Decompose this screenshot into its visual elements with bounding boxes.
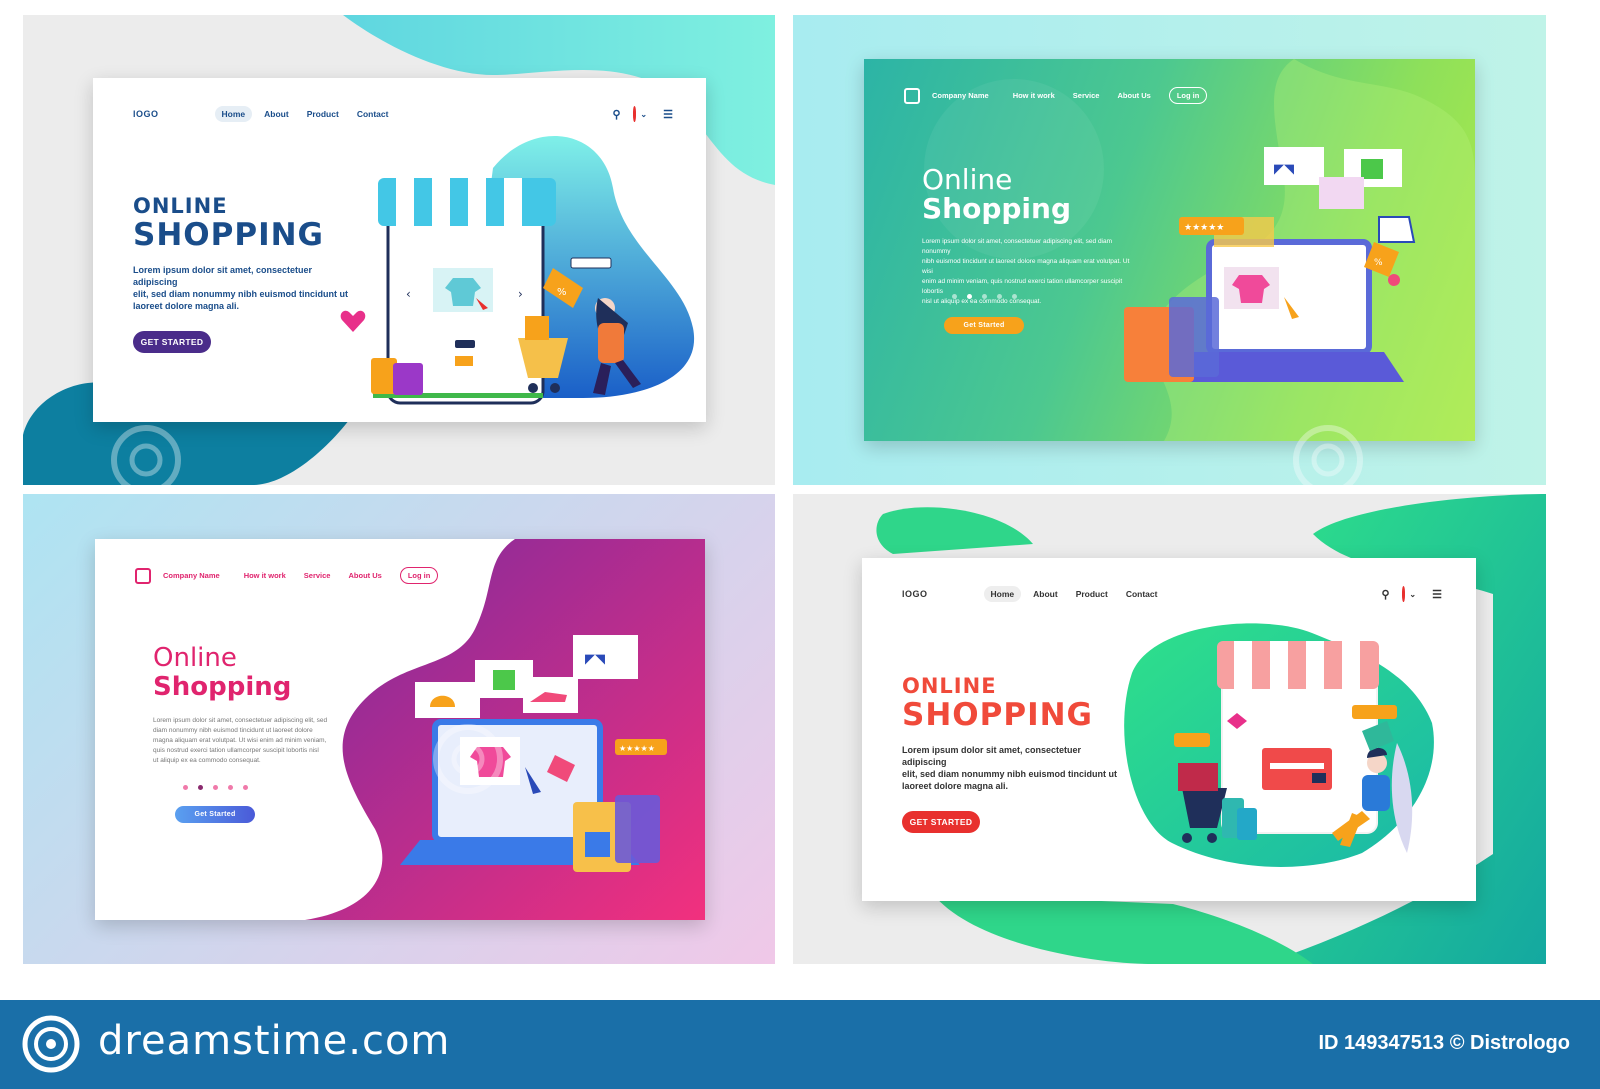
svg-text:★★★★★: ★★★★★	[619, 744, 655, 753]
panel-2-get-started-button[interactable]: Get Started	[944, 317, 1024, 334]
panel-1-logo[interactable]: lOGO	[133, 109, 159, 119]
panel-4-avatar[interactable]	[1401, 586, 1406, 602]
panel-2-body-line: nibh euismod tincidunt ut laoreet dolore…	[922, 258, 1130, 275]
panel-3-brand-icon	[135, 567, 151, 584]
panel-3-card: Company Name How it work Service About U…	[95, 539, 705, 920]
panel-1-body-line: Lorem ipsum dolor sit amet, consectetuer…	[133, 265, 313, 287]
panel-1-card: lOGO Home About Product Contact ⚲ ⌄ ☰ ON…	[93, 78, 706, 422]
panel-4-navbar: lOGO Home About Product Contact ⚲ ⌄ ☰	[902, 586, 1442, 602]
panel-4-body-line: laoreet dolore magna ali.	[902, 781, 1009, 791]
watermark-footer-bar: dreamstime.com ID 149347513 © Distrologo	[0, 1000, 1600, 1089]
panel-3-body-line: diam nonummy nibh euismod tincidunt ut l…	[153, 727, 313, 734]
panel-4-title-shopping: SHOPPING	[902, 697, 1093, 733]
panel-4-nav-home[interactable]: Home	[983, 586, 1022, 602]
panel-2-navbar: Company Name How it work Service About U…	[904, 87, 1208, 104]
svg-text:›: ›	[518, 287, 523, 301]
svg-text:◤◥: ◤◥	[585, 652, 605, 667]
panel-3-navbar: Company Name How it work Service About U…	[135, 567, 439, 584]
panel-1-landing: lOGO Home About Product Contact ⚲ ⌄ ☰ ON…	[23, 15, 775, 485]
dreamstime-logo-icon	[22, 1015, 80, 1073]
panel-2-login-button[interactable]: Log in	[1168, 87, 1208, 104]
panel-2-nav-service[interactable]: Service	[1073, 91, 1100, 100]
panel-3-body-line: quis nostrud exerci tation ullamcorper s…	[153, 747, 319, 754]
panel-2-watermark-icon	[1293, 425, 1363, 485]
panel-3-watermark-icon	[433, 724, 503, 794]
panel-1-body-line: laoreet dolore magna ali.	[133, 301, 240, 311]
panel-4-search-icon[interactable]: ⚲	[1381, 588, 1389, 601]
svg-text:%: %	[1374, 258, 1383, 268]
panel-2-landing: Company Name How it work Service About U…	[793, 15, 1546, 485]
panel-3-nav-about-us[interactable]: About Us	[348, 571, 381, 580]
panel-3-get-started-button[interactable]: Get Started	[175, 806, 255, 823]
panel-1-shop-illustration: ‹ › %	[371, 135, 695, 405]
panel-1-heart-icon	[340, 310, 366, 332]
panel-1-title-shopping: SHOPPING	[133, 217, 324, 253]
panel-1-nav-about[interactable]: About	[264, 109, 289, 119]
dreamstime-site-name[interactable]: dreamstime.com	[98, 1018, 450, 1064]
panel-4-shop-illustration	[1124, 623, 1434, 867]
panel-1-nav-home[interactable]: Home	[214, 106, 253, 122]
panel-4-nav-contact[interactable]: Contact	[1126, 589, 1158, 599]
panel-4-title-online: ONLINE	[902, 674, 997, 698]
panel-1-body-text: Lorem ipsum dolor sit amet, consectetuer…	[133, 264, 353, 312]
svg-text:‹: ‹	[406, 287, 411, 301]
panel-3-nav-service[interactable]: Service	[304, 571, 331, 580]
panel-3-nav-how-it-work[interactable]: How it work	[244, 571, 286, 580]
panel-2-laptop-illustration: ◤◥ ★★★★★ %	[1124, 147, 1416, 382]
panel-3-body-line: magna aliquam erat volutpat. Ut wisi eni…	[153, 737, 327, 744]
panel-4-body-line: elit, sed diam nonummy nibh euismod tinc…	[902, 769, 1118, 779]
svg-text:◤◥: ◤◥	[1274, 162, 1294, 177]
panel-4-get-started-button[interactable]: GET STARTED	[902, 811, 980, 833]
panel-4-menu-icon[interactable]: ☰	[1432, 588, 1442, 601]
panel-4-landing: lOGO Home About Product Contact ⚲ ⌄ ☰ ON…	[793, 494, 1546, 964]
panel-2-brand-name[interactable]: Company Name	[932, 91, 989, 100]
panel-4-chevron-down-icon[interactable]: ⌄	[1409, 590, 1416, 599]
panel-2-brand-icon	[904, 87, 920, 104]
panel-1-get-started-button[interactable]: GET STARTED	[133, 331, 211, 353]
panel-3-title-shopping: Shopping	[153, 672, 292, 702]
panel-1-title-online: ONLINE	[133, 194, 228, 218]
panel-3-login-button[interactable]: Log in	[399, 567, 439, 584]
panel-2-title-shopping: Shopping	[922, 192, 1071, 225]
panel-4-nav-product[interactable]: Product	[1076, 589, 1108, 599]
svg-text:%: %	[557, 287, 567, 298]
panel-4-body-text: Lorem ipsum dolor sit amet, consectetuer…	[902, 744, 1122, 792]
panel-2-nav-about-us[interactable]: About Us	[1117, 91, 1150, 100]
panel-3-body-line: Lorem ipsum dolor sit amet, consectetuer…	[153, 717, 328, 724]
panel-3-carousel-dots[interactable]	[183, 785, 248, 790]
panel-1-nav-product[interactable]: Product	[307, 109, 339, 119]
panel-3-brand-name[interactable]: Company Name	[163, 571, 220, 580]
panel-2-nav-how-it-work[interactable]: How it work	[1013, 91, 1055, 100]
panel-2-body-line: Lorem ipsum dolor sit amet, consectetuer…	[922, 238, 1113, 255]
image-credit: ID 149347513 © Distrologo	[1318, 1032, 1570, 1054]
panel-3-body-text: Lorem ipsum dolor sit amet, consectetuer…	[153, 716, 373, 766]
panel-3-body-line: ut aliquip ex ea commodo consequat.	[153, 757, 261, 764]
panel-1-watermark-icon	[111, 425, 181, 485]
panel-4-nav-about[interactable]: About	[1033, 589, 1058, 599]
panel-3-landing: Company Name How it work Service About U…	[23, 494, 775, 964]
panel-3-title-online: Online	[153, 643, 237, 673]
panel-2-carousel-dots[interactable]	[952, 294, 1017, 299]
panel-2-card: Company Name How it work Service About U…	[864, 59, 1475, 441]
svg-text:★★★★★: ★★★★★	[1184, 223, 1224, 233]
panel-4-card: lOGO Home About Product Contact ⚲ ⌄ ☰ ON…	[862, 558, 1476, 901]
panel-4-logo[interactable]: lOGO	[902, 589, 928, 599]
panel-1-body-line: elit, sed diam nonummy nibh euismod tinc…	[133, 289, 349, 299]
panel-4-body-line: Lorem ipsum dolor sit amet, consectetuer…	[902, 745, 1082, 767]
